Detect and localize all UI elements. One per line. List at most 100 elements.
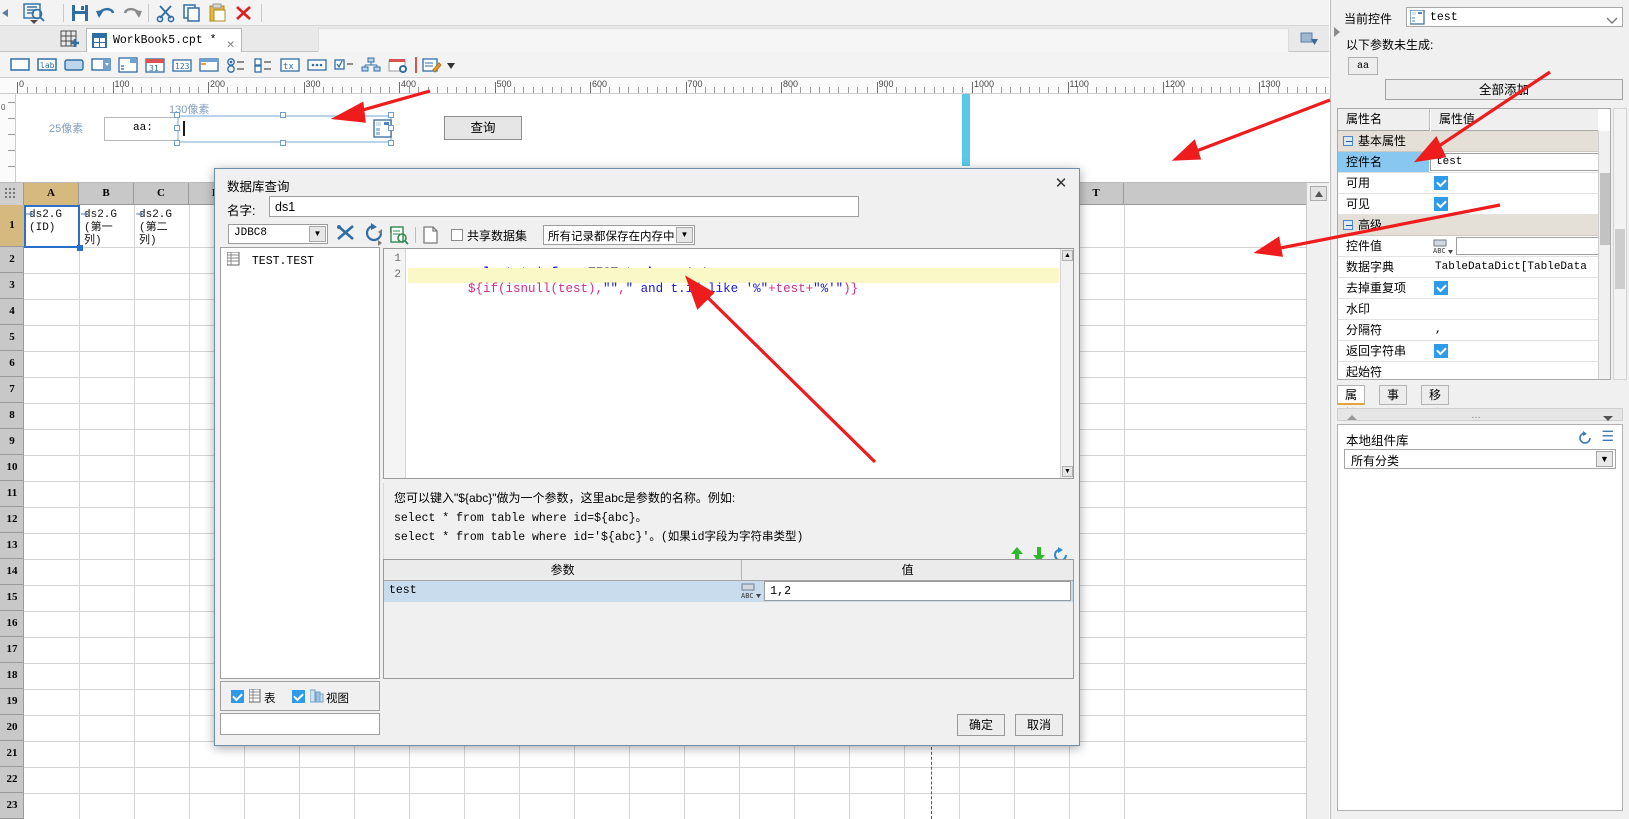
row-header-4[interactable]: 4 <box>0 299 24 325</box>
table-filter-checkbox[interactable] <box>231 690 244 703</box>
resize-handle[interactable] <box>388 112 394 118</box>
row-header-1[interactable]: 1 <box>0 205 24 247</box>
document-tab[interactable]: WorkBook5.cpt * ✕ <box>86 28 242 52</box>
row-header-5[interactable]: 5 <box>0 325 24 351</box>
scroll-down-icon[interactable]: ▼ <box>1062 466 1073 477</box>
resize-handle[interactable] <box>388 140 394 146</box>
listbox-widget-icon[interactable] <box>118 56 138 74</box>
save-icon[interactable] <box>69 3 91 23</box>
tab-properties[interactable]: 属性 <box>1337 385 1366 421</box>
cancel-button[interactable]: 取消 <box>1015 714 1063 736</box>
number-widget-icon[interactable]: 123 <box>172 56 192 74</box>
datatable-widget-icon[interactable] <box>199 56 219 74</box>
separator-value[interactable]: , <box>1430 320 1610 340</box>
dataset-name-input[interactable]: ds1 <box>269 196 859 217</box>
row-header-9[interactable]: 9 <box>0 429 24 455</box>
textarea-widget-icon[interactable]: tx <box>280 56 300 74</box>
combobox-widget-icon[interactable] <box>91 56 111 74</box>
calendar-widget-icon[interactable] <box>388 56 408 74</box>
enabled-checkbox[interactable] <box>1434 176 1448 190</box>
delete-icon[interactable] <box>233 3 255 23</box>
new-query-icon[interactable] <box>421 225 441 245</box>
memory-option-select[interactable]: 所有记录都保存在内存中 ▼ <box>543 225 695 245</box>
paste-icon[interactable] <box>207 3 229 23</box>
collapse-icon[interactable] <box>1343 136 1353 146</box>
prop-row-enabled[interactable]: 可用 <box>1338 173 1610 194</box>
tab-events[interactable]: 事件 <box>1379 385 1408 421</box>
chevron-down-icon[interactable]: ▼ <box>1596 451 1613 467</box>
start-symbol-value[interactable] <box>1430 362 1610 379</box>
panel-splitter[interactable]: … <box>1337 408 1623 421</box>
watermark-value[interactable] <box>1430 299 1610 319</box>
scroll-up-icon[interactable] <box>1310 186 1327 201</box>
property-grid[interactable]: 属性名 属性值 基本属性 控件名 test 可用 可见 高级 控件值 ABC 数… <box>1337 108 1611 380</box>
collapse-icon[interactable] <box>1343 220 1353 230</box>
form-edit-icon[interactable] <box>422 56 442 74</box>
copy-icon[interactable] <box>181 3 203 23</box>
resize-handle[interactable] <box>174 112 180 118</box>
row-header-19[interactable]: 19 <box>0 689 24 715</box>
row-header-13[interactable]: 13 <box>0 533 24 559</box>
multi-select-icon[interactable] <box>307 56 327 74</box>
column-header-b[interactable]: B <box>79 183 134 205</box>
sql-line-1[interactable]: select t.* from TEST t where 1=1 <box>408 252 1059 280</box>
ok-button[interactable]: 确定 <box>957 714 1005 736</box>
param-value-input[interactable]: 1,2 <box>764 581 1071 601</box>
resize-handle[interactable] <box>388 125 394 131</box>
row-header-7[interactable]: 7 <box>0 377 24 403</box>
pending-param-chip[interactable]: aa <box>1348 57 1378 75</box>
table-row[interactable]: test ABC 1,2 <box>384 581 1073 602</box>
sql-line-2[interactable]: ${if(isnull(test),""," and t.id like '%"… <box>408 268 1059 296</box>
column-header-a[interactable]: A <box>24 183 79 205</box>
close-icon[interactable]: ✕ <box>1051 174 1071 194</box>
parameter-table[interactable]: 参数 值 test ABC 1,2 <box>383 559 1074 679</box>
row-header-8[interactable]: 8 <box>0 403 24 429</box>
button-widget-icon[interactable] <box>64 56 84 74</box>
row-header-14[interactable]: 14 <box>0 559 24 585</box>
query-button[interactable]: 查询 <box>444 116 522 140</box>
row-header-3[interactable]: 3 <box>0 273 24 299</box>
chevron-down-icon[interactable] <box>1606 14 1618 28</box>
widget-text-input[interactable] <box>180 118 370 140</box>
row-header-2[interactable]: 2 <box>0 247 24 273</box>
table-tree[interactable]: TEST.TEST <box>220 247 380 679</box>
cut-icon[interactable] <box>155 3 177 23</box>
preview-query-icon[interactable] <box>389 225 409 245</box>
tab-options-icon[interactable] <box>1299 31 1319 47</box>
row-header-16[interactable]: 16 <box>0 611 24 637</box>
row-header-23[interactable]: 23 <box>0 793 24 819</box>
tab-mobile[interactable]: 移动端 <box>1421 385 1450 440</box>
return-string-checkbox[interactable] <box>1434 344 1448 358</box>
prop-row-separator[interactable]: 分隔符 , <box>1338 320 1610 341</box>
prop-row-widget-value[interactable]: 控件值 ABC <box>1338 236 1610 257</box>
collapse-left-icon[interactable] <box>0 2 10 24</box>
checkbox-widget-icon[interactable] <box>334 56 354 74</box>
cell-c1[interactable]: ds2.G(第二列) <box>137 206 186 251</box>
prop-row-data-dict[interactable]: 数据字典 TableDataDict[TableData <box>1338 257 1610 278</box>
menu-icon[interactable]: ☰ <box>1601 429 1614 443</box>
checkbox-group-icon[interactable] <box>253 56 273 74</box>
redo-icon[interactable] <box>121 3 143 23</box>
row-header-10[interactable]: 10 <box>0 455 24 481</box>
editor-scrollbar[interactable]: ▲ ▼ <box>1060 249 1073 478</box>
select-all-corner[interactable] <box>0 183 24 205</box>
tree-widget-icon[interactable] <box>361 56 381 74</box>
row-header-17[interactable]: 17 <box>0 637 24 663</box>
visible-checkbox[interactable] <box>1434 197 1448 211</box>
resize-handle[interactable] <box>174 125 180 131</box>
prop-row-widget-name[interactable]: 控件名 test <box>1338 152 1610 173</box>
category-select[interactable]: 所有分类 ▼ <box>1344 449 1616 469</box>
widget-value-input[interactable] <box>1456 237 1607 255</box>
scrollbar-thumb[interactable] <box>1600 173 1610 245</box>
wrench-icon[interactable] <box>335 222 357 244</box>
prop-row-dedupe[interactable]: 去掉重复项 <box>1338 278 1610 299</box>
refresh-icon[interactable] <box>1578 431 1592 448</box>
prop-row-return-string[interactable]: 返回字符串 <box>1338 341 1610 362</box>
row-header-15[interactable]: 15 <box>0 585 24 611</box>
scrollbar-thumb[interactable] <box>1615 229 1625 289</box>
formula-icon[interactable]: ABC <box>1432 238 1454 255</box>
prop-row-start-symbol[interactable]: 起始符 <box>1338 362 1610 379</box>
radio-widget-icon[interactable] <box>226 56 246 74</box>
widget-name-input[interactable]: test <box>1430 153 1607 171</box>
formula-icon[interactable]: ABC <box>740 582 762 600</box>
